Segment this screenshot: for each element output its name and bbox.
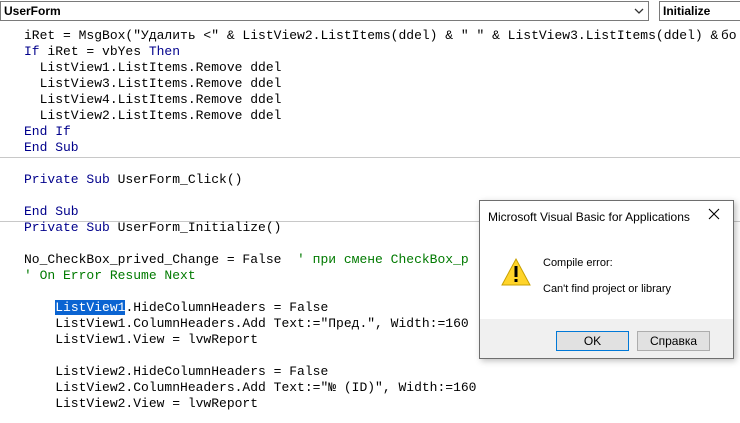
help-button[interactable]: Справка bbox=[637, 331, 710, 351]
keyword-if: If bbox=[24, 44, 40, 59]
object-selector-value: UserForm bbox=[4, 4, 61, 18]
error-heading: Compile error: bbox=[543, 257, 613, 269]
warning-icon bbox=[501, 257, 531, 286]
keyword-then: Then bbox=[148, 44, 181, 59]
code-line: ListView1.View = lvwReport bbox=[24, 332, 259, 347]
code-line: End If bbox=[24, 124, 71, 139]
code-line: End Sub bbox=[24, 140, 79, 155]
object-selector[interactable]: UserForm bbox=[0, 1, 649, 21]
close-icon[interactable] bbox=[707, 207, 721, 221]
code-line-overflow: бо bbox=[721, 28, 737, 43]
code-line: ListView1.ListItems.Remove ddel bbox=[24, 60, 282, 75]
code-line: ListView2.ListItems.Remove ddel bbox=[24, 108, 282, 123]
code-line: ListView2.View = lvwReport bbox=[24, 396, 259, 411]
code-line: ListView2.HideColumnHeaders = False bbox=[24, 364, 329, 379]
code-line: ListView4.ListItems.Remove ddel bbox=[24, 92, 282, 107]
code-line: iRet = MsgBox("Удалить <" & ListView2.Li… bbox=[24, 28, 719, 43]
dialog-button-bar: OK Справка bbox=[480, 319, 733, 358]
dialog-title: Microsoft Visual Basic for Applications bbox=[488, 210, 690, 224]
keyword-private-sub: Private Sub bbox=[24, 220, 110, 235]
code-line: Private Sub UserForm_Click() bbox=[24, 172, 243, 187]
compile-error-dialog: Microsoft Visual Basic for Applications … bbox=[479, 200, 734, 359]
code-line: ListView2.ColumnHeaders.Add Text:="№ (ID… bbox=[24, 380, 477, 395]
selected-text[interactable]: ListView1 bbox=[55, 300, 126, 315]
code-line: Private Sub UserForm_Initialize() bbox=[24, 220, 282, 235]
code-line: ListView3.ListItems.Remove ddel bbox=[24, 76, 282, 91]
code-line: ListView1.ColumnHeaders.Add Text:="Пред.… bbox=[24, 316, 469, 331]
code-text: .HideColumnHeaders = False bbox=[125, 300, 329, 315]
code-line: If iRet = vbYes Then bbox=[24, 44, 181, 59]
code-line: End Sub bbox=[24, 204, 79, 219]
procedure-selector-value: Initialize bbox=[663, 4, 711, 18]
procedure-separator bbox=[0, 157, 740, 158]
code-comment: ' при смене CheckBox_p bbox=[297, 252, 469, 267]
code-window-toolbar: UserForm Initialize bbox=[0, 0, 740, 24]
chevron-down-icon[interactable] bbox=[630, 2, 648, 20]
keyword-private-sub: Private Sub bbox=[24, 172, 110, 187]
code-line: No_CheckBox_prived_Change = False ' при … bbox=[24, 252, 469, 268]
procedure-selector[interactable]: Initialize bbox=[659, 1, 740, 21]
ok-button[interactable]: OK bbox=[556, 331, 629, 351]
code-line: ListView1.HideColumnHeaders = False bbox=[24, 300, 328, 316]
error-message: Can't find project or library bbox=[543, 283, 672, 295]
code-line: ' On Error Resume Next bbox=[24, 268, 196, 283]
code-text: No_CheckBox_prived_Change = False bbox=[24, 252, 298, 267]
